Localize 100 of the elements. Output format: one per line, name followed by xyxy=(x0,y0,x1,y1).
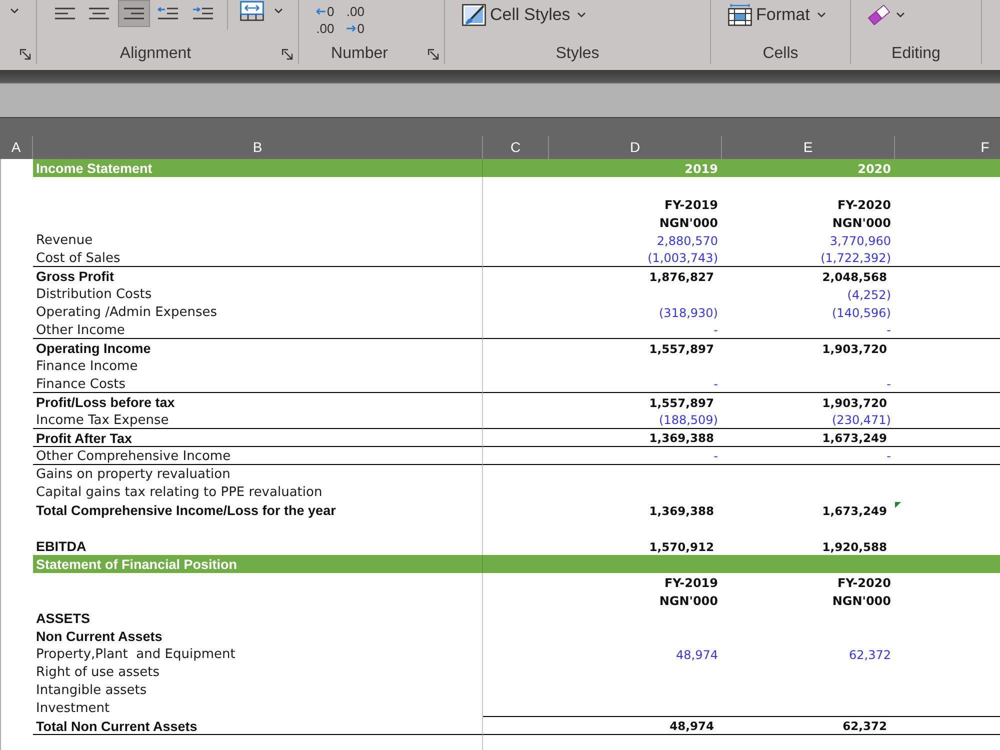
amount: (140,596) xyxy=(832,306,891,320)
right-arrow-icon xyxy=(346,25,356,32)
line-item-label: Property,Plant and Equipment xyxy=(36,647,236,662)
line-item-label: Gains on property revaluation xyxy=(36,467,230,482)
chevron-down-icon xyxy=(10,8,18,14)
column-heading: NGN'000 xyxy=(832,594,891,608)
line-item-label: Right of use assets xyxy=(36,665,160,680)
amount: 1,920,588 xyxy=(822,540,887,554)
section-title: Income Statement xyxy=(36,161,152,176)
amount: 62,372 xyxy=(842,719,887,733)
amount: (4,252) xyxy=(847,288,891,302)
amount: 1,369,388 xyxy=(649,504,714,518)
indent-icon xyxy=(192,7,214,20)
line-item-label: Revenue xyxy=(36,233,93,248)
eraser-icon xyxy=(868,5,890,25)
amount: - xyxy=(886,377,891,391)
column-heading: NGN'000 xyxy=(659,216,718,230)
amount: (1,003,743) xyxy=(648,251,718,265)
amount: - xyxy=(886,323,891,337)
total-label: Profit/Loss before tax xyxy=(36,395,175,410)
dropdown-button[interactable] xyxy=(8,7,20,15)
group-label: Styles xyxy=(556,44,600,63)
group-label: Editing xyxy=(892,44,940,63)
align-center-icon xyxy=(88,7,110,20)
column-heading: FY-2020 xyxy=(837,576,891,590)
line-item-label: Cost of Sales xyxy=(36,250,120,266)
total-label: Operating Income xyxy=(36,341,151,356)
amount: 3,770,960 xyxy=(830,234,891,248)
chevron-down-icon xyxy=(577,12,586,18)
amount: (1,722,392) xyxy=(820,251,891,265)
line-item-label: Other Comprehensive Income xyxy=(36,448,231,464)
amount: 1,369,388 xyxy=(649,431,714,445)
amount: 48,974 xyxy=(676,648,718,662)
line-item-label: Income Tax Expense xyxy=(36,412,169,428)
align-left-icon xyxy=(54,7,76,20)
cell-styles-button[interactable]: Cell Styles xyxy=(457,2,592,28)
amount: (318,930) xyxy=(659,306,718,320)
total-label: Gross Profit xyxy=(36,269,114,284)
line-item-label: Intangible assets xyxy=(36,683,147,698)
outdent-icon xyxy=(157,7,179,20)
column-heading: FY-2020 xyxy=(837,198,891,212)
brush-frame-icon xyxy=(462,4,486,26)
column-heading: NGN'000 xyxy=(832,216,891,230)
amount: 1,557,897 xyxy=(649,396,714,410)
amount: - xyxy=(714,449,718,463)
amount: (188,509) xyxy=(659,413,718,427)
chevron-down-icon xyxy=(816,12,826,18)
amount: (230,471) xyxy=(832,413,891,427)
amount: 1,673,249 xyxy=(822,431,887,445)
column-header[interactable]: A xyxy=(0,136,33,159)
decrease-decimal-button[interactable]: 0 .00 xyxy=(315,7,336,33)
amount: 1,903,720 xyxy=(822,342,887,356)
section-title: Statement of Financial Position xyxy=(36,557,238,572)
group-label: Number xyxy=(331,44,388,63)
amount: - xyxy=(714,377,718,391)
total-label: ASSETS xyxy=(36,611,90,626)
amount: 48,974 xyxy=(670,719,714,733)
corner-arrow-icon[interactable] xyxy=(20,48,31,60)
total-label: EBITDA xyxy=(36,539,86,554)
amount: 1,570,912 xyxy=(649,540,714,554)
increase-decimal-button[interactable]: .00 0 xyxy=(345,7,366,33)
amount: 2,048,568 xyxy=(822,270,887,284)
amount: 1,557,897 xyxy=(649,342,714,356)
format-button[interactable]: Format xyxy=(723,2,831,28)
double-arrow-box-icon xyxy=(240,0,264,20)
group-label: Alignment xyxy=(120,44,192,63)
corner-arrow-icon[interactable] xyxy=(282,48,293,60)
total-label: Non Current Assets xyxy=(36,629,162,644)
amount: 62,372 xyxy=(849,648,891,662)
year-heading: 2020 xyxy=(858,162,891,176)
chevron-down-icon xyxy=(274,8,283,14)
align-right-icon xyxy=(122,7,144,20)
chevron-down-icon xyxy=(896,12,905,18)
line-item-label: Finance Income xyxy=(36,359,138,374)
group-label: Cells xyxy=(762,44,798,63)
column-heading: FY-2019 xyxy=(664,198,718,212)
total-label: Total Comprehensive Income/Loss for the year xyxy=(36,503,336,518)
line-item-label: Capital gains tax relating to PPE revaluation xyxy=(36,485,322,500)
column-heading: NGN'000 xyxy=(659,594,718,608)
line-item-label: Distribution Costs xyxy=(36,287,152,302)
total-label: Total Non Current Assets xyxy=(36,718,198,734)
amount: - xyxy=(886,449,891,463)
line-item-label: Finance Costs xyxy=(36,376,126,392)
column-header[interactable]: F xyxy=(895,136,1000,159)
align-right-button[interactable] xyxy=(118,0,150,27)
amount: 1,876,827 xyxy=(649,270,714,284)
amount: 1,673,249 xyxy=(822,504,887,518)
table-grid-icon xyxy=(728,4,752,26)
amount: 2,880,570 xyxy=(656,234,718,248)
merge-center-button[interactable] xyxy=(239,0,284,21)
year-heading: 2019 xyxy=(684,162,718,176)
corner-arrow-icon[interactable] xyxy=(428,48,439,60)
line-item-label: Operating /Admin Expenses xyxy=(36,305,218,320)
column-heading: FY-2019 xyxy=(664,576,718,590)
total-label: Profit After Tax xyxy=(36,430,132,446)
amount: - xyxy=(714,323,718,337)
line-item-label: Investment xyxy=(36,701,110,716)
line-item-label: Other Income xyxy=(36,322,125,338)
left-arrow-icon xyxy=(316,8,326,15)
amount: 1,903,720 xyxy=(822,396,887,410)
